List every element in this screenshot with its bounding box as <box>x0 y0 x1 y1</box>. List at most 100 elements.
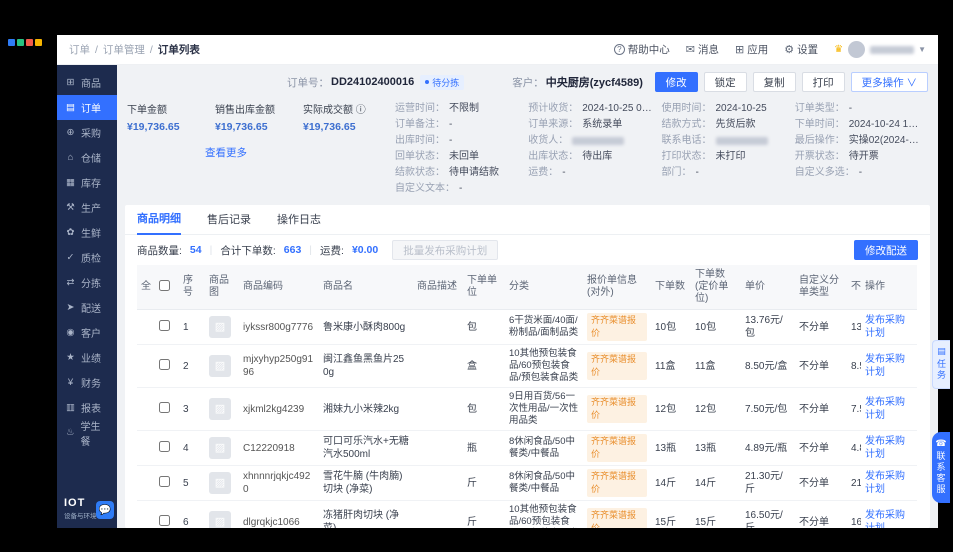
metric-label: 销售出库金额 <box>215 105 275 116</box>
iot-title: IOT <box>64 497 86 509</box>
chevron-down-icon[interactable]: ▼ <box>918 45 926 54</box>
operation-cell[interactable]: 发布采购计划 <box>861 309 917 345</box>
publish-purchase-plan-link[interactable]: 发布采购计划 <box>865 471 905 495</box>
detail-pair: 运营时间： 不限制 <box>395 101 522 117</box>
detail-label: 回单状态： <box>395 151 445 162</box>
publish-purchase-plan-link[interactable]: 发布采购计划 <box>865 436 905 460</box>
chat-widget-icon[interactable]: 💬 <box>96 501 114 519</box>
view-more-link[interactable]: 查看更多 <box>205 145 247 160</box>
breadcrumb-item[interactable]: 订单 <box>69 42 90 57</box>
tab-after-sale[interactable]: 售后记录 <box>207 211 251 234</box>
row-checkbox[interactable] <box>159 358 170 370</box>
quote-tag: 齐齐菜谱报价 <box>587 434 647 462</box>
print-button[interactable]: 打印 <box>801 72 845 92</box>
sidebar-item-finance[interactable]: ¥ 财务 <box>57 370 117 395</box>
order-unit: 包 <box>463 387 505 431</box>
edit-button[interactable]: 修改 <box>654 72 698 92</box>
task-label: 任务 <box>936 359 946 381</box>
select-all-checkbox[interactable] <box>159 279 170 291</box>
detail-label: 运营时间： <box>395 103 445 114</box>
sidebar-item-purchase[interactable]: ⊕ 采购 <box>57 120 117 145</box>
copy-button[interactable]: 复制 <box>752 72 796 92</box>
product-image-cell[interactable]: ▨ <box>205 430 239 466</box>
apps-button[interactable]: ⊞ 应用 <box>735 42 768 57</box>
publish-purchase-plan-link[interactable]: 发布采购计划 <box>865 354 905 378</box>
sidebar-item-sorting[interactable]: ⇄ 分拣 <box>57 270 117 295</box>
publish-purchase-plan-link[interactable]: 发布采购计划 <box>865 397 905 421</box>
clipped-price-col: 16.5 <box>847 500 861 528</box>
operation-cell[interactable]: 发布采购计划 <box>861 430 917 466</box>
checkbox-cell[interactable] <box>155 465 179 501</box>
breadcrumb-item[interactable]: 订单管理 <box>103 42 145 57</box>
row-checkbox[interactable] <box>159 475 170 487</box>
sidebar-item-delivery[interactable]: ➤ 配送 <box>57 295 117 320</box>
product-image-cell[interactable]: ▨ <box>205 309 239 345</box>
detail-label: 出库时间： <box>395 135 445 146</box>
tab-operation-log[interactable]: 操作日志 <box>277 211 321 234</box>
row-checkbox[interactable] <box>159 514 170 526</box>
product-image-cell[interactable]: ▨ <box>205 500 239 528</box>
edit-delivery-button[interactable]: 修改配送 <box>854 240 918 260</box>
checkbox-cell[interactable] <box>155 430 179 466</box>
contact-service-button[interactable]: ☎ 联系客服 <box>932 432 950 503</box>
operation-cell[interactable]: 发布采购计划 <box>861 465 917 501</box>
sidebar: ⊞ 商品 ▤ 订单 ⊕ 采购 ⌂ 仓储 ▦ 库存 ⚒ 生产 ✿ 生鲜 ✓ 质检 ⇄ 分拣 ➤ 配送 ◉ 客户 ★ 业绩 ¥ 财务 ▥… <box>57 65 117 528</box>
help-center-button[interactable]: ? 帮助中心 <box>613 42 670 57</box>
quote-tag: 齐齐菜谱报价 <box>587 395 647 423</box>
operation-cell[interactable]: 发布采购计划 <box>861 500 917 528</box>
settings-button[interactable]: ⚙ 设置 <box>784 42 818 57</box>
main-content: 订单号： DD24102400016 待分拣 客户： 中央厨房(zycf4589… <box>117 65 938 528</box>
detail-value: 未回单 <box>449 151 479 162</box>
product-image-cell[interactable]: ▨ <box>205 387 239 431</box>
sidebar-item-warehouse[interactable]: ⌂ 仓储 <box>57 145 117 170</box>
sidebar-item-label: 仓储 <box>81 154 101 165</box>
row-checkbox[interactable] <box>159 401 170 413</box>
tab-product-detail[interactable]: 商品明细 <box>137 210 181 235</box>
fresh-icon: ✿ <box>66 227 75 238</box>
headset-icon: ☎ <box>935 438 947 448</box>
sidebar-item-performance[interactable]: ★ 业绩 <box>57 345 117 370</box>
detail-label: 部门： <box>661 167 692 178</box>
order-qty-priced: 14斤 <box>691 465 741 501</box>
operation-cell[interactable]: 发布采购计划 <box>861 344 917 388</box>
product-category: 6干货米面/40面/粉制品/面制品类 <box>505 309 583 345</box>
task-float-button[interactable]: ▤ 任务 <box>932 340 950 389</box>
row-checkbox[interactable] <box>159 440 170 452</box>
order-qty-priced: 11盒 <box>691 344 741 388</box>
sidebar-item-label: 学生餐 <box>80 421 101 448</box>
publish-purchase-plan-link[interactable]: 发布采购计划 <box>865 510 905 528</box>
checkbox-cell[interactable] <box>155 387 179 431</box>
quote-cell: 齐齐菜谱报价 <box>583 430 651 466</box>
sidebar-item-report[interactable]: ▥ 报表 <box>57 395 117 420</box>
row-checkbox[interactable] <box>159 319 170 331</box>
detail-pair: 回单状态： 未回单 <box>395 149 522 165</box>
body-row: ⊞ 商品 ▤ 订单 ⊕ 采购 ⌂ 仓储 ▦ 库存 ⚒ 生产 ✿ 生鲜 ✓ 质检 ⇄ 分拣 ➤ 配送 ◉ 客户 ★ 业绩 ¥ 财务 ▥… <box>57 65 938 528</box>
expand-cell <box>137 430 155 466</box>
sidebar-item-quality[interactable]: ✓ 质检 <box>57 245 117 270</box>
sidebar-item-orders[interactable]: ▤ 订单 <box>57 95 117 120</box>
sidebar-item-student-meal[interactable]: ♨ 学生餐 <box>57 420 117 448</box>
checkbox-cell[interactable] <box>155 500 179 528</box>
sidebar-item-production[interactable]: ⚒ 生产 <box>57 195 117 220</box>
lock-button[interactable]: 锁定 <box>703 72 747 92</box>
operation-cell[interactable]: 发布采购计划 <box>861 387 917 431</box>
detail-pair: 预计收货： 2024-10-25 00:00 <box>528 101 655 117</box>
batch-publish-purchase-button[interactable]: 批量发布采购计划 <box>392 240 499 260</box>
product-image-cell[interactable]: ▨ <box>205 344 239 388</box>
sidebar-item-goods[interactable]: ⊞ 商品 <box>57 70 117 95</box>
sidebar-item-label: 客户 <box>81 329 101 340</box>
product-image-cell[interactable]: ▨ <box>205 465 239 501</box>
message-button[interactable]: ✉ 消息 <box>686 42 719 57</box>
publish-purchase-plan-link[interactable]: 发布采购计划 <box>865 315 905 339</box>
help-icon: ? <box>613 44 625 55</box>
sidebar-item-customer[interactable]: ◉ 客户 <box>57 320 117 345</box>
more-actions-button[interactable]: 更多操作 ∨ <box>850 72 928 92</box>
sidebar-item-inventory[interactable]: ▦ 库存 <box>57 170 117 195</box>
detail-pair: 自定义多选： - <box>795 165 922 181</box>
sidebar-item-fresh[interactable]: ✿ 生鲜 <box>57 220 117 245</box>
avatar[interactable] <box>848 41 866 58</box>
checkbox-cell[interactable] <box>155 344 179 388</box>
checkbox-cell[interactable] <box>155 309 179 345</box>
select-all-header[interactable] <box>155 265 179 310</box>
order-qty: 15斤 <box>651 500 691 528</box>
